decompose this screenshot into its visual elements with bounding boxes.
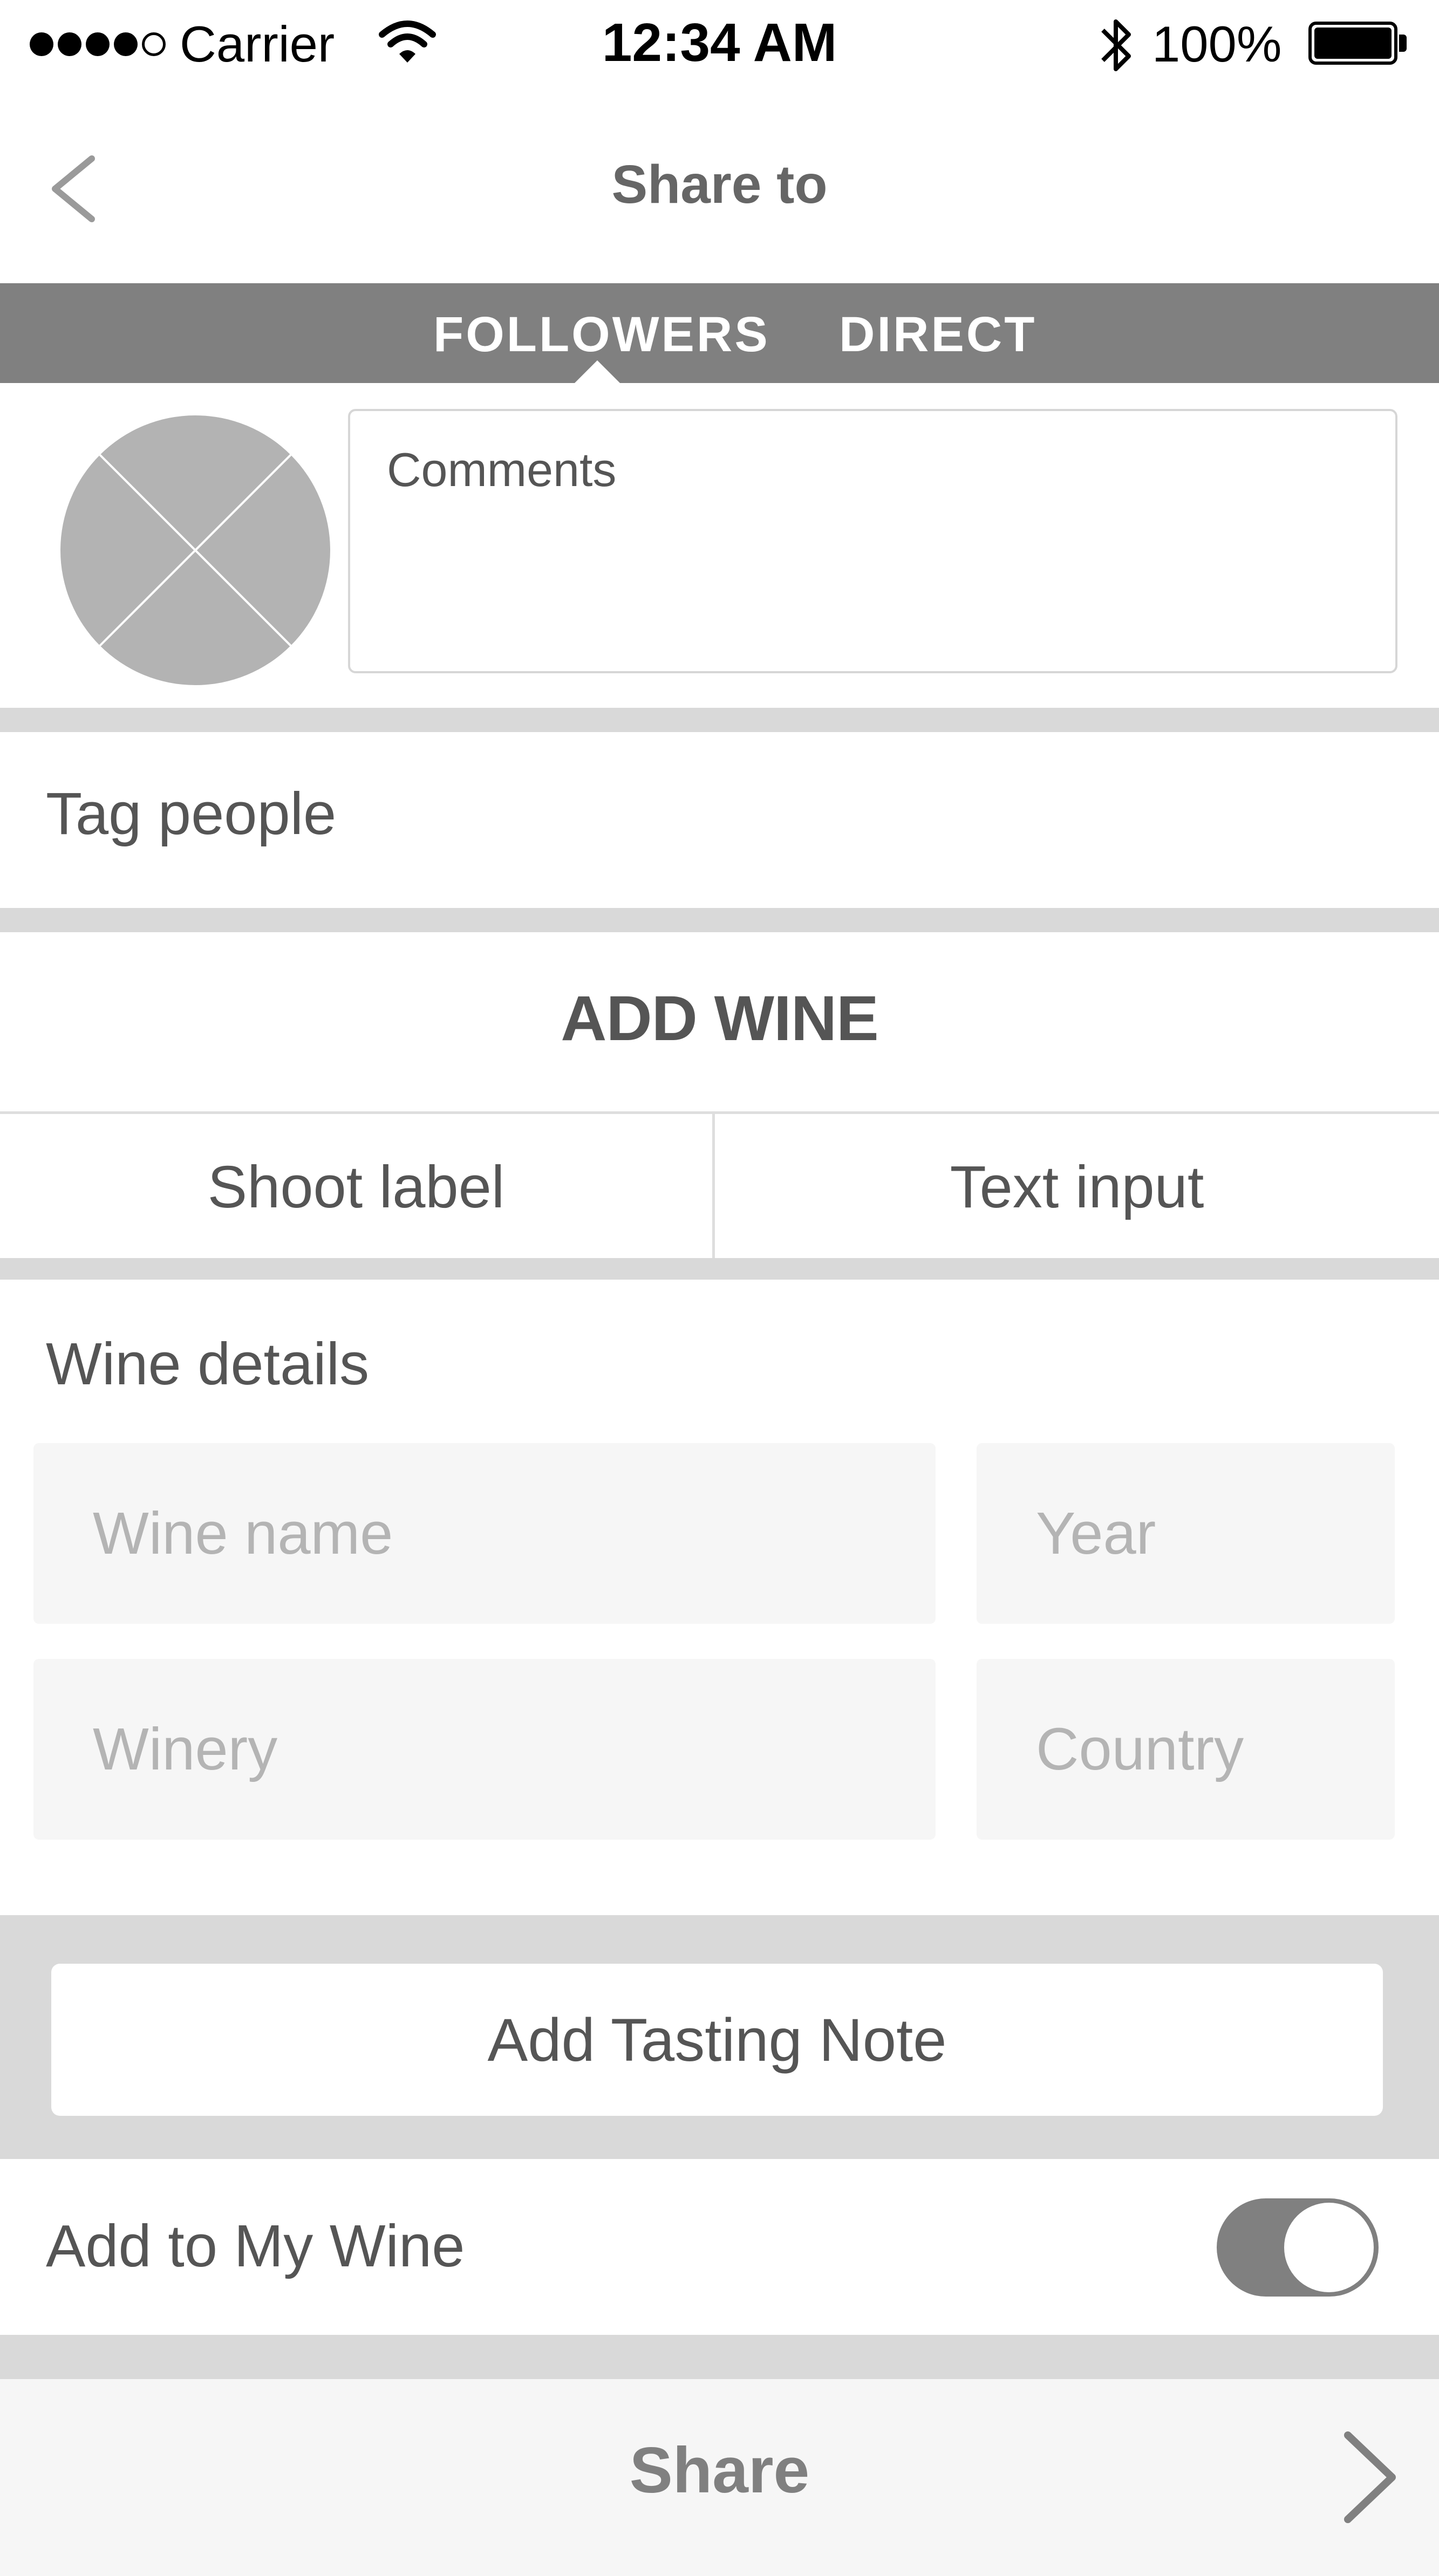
tab-direct[interactable]: DIRECT [839,306,1036,363]
battery-percent: 100% [1152,16,1282,72]
tag-people-row[interactable]: Tag people [46,780,336,848]
add-wine-heading: ADD WINE [561,983,879,1054]
year-field[interactable]: Year [977,1443,1395,1624]
add-to-my-wine-toggle[interactable] [1217,2198,1379,2297]
avatar [60,415,330,685]
tab-followers[interactable]: FOLLOWERS [433,306,770,363]
section-divider [0,708,1439,732]
add-to-my-wine-label: Add to My Wine [46,2213,465,2279]
year-placeholder: Year [1036,1500,1156,1567]
country-placeholder: Country [1036,1716,1244,1782]
section-divider [0,1258,1439,1280]
wine-details-heading: Wine details [46,1331,370,1397]
text-input-button[interactable]: Text input [715,1114,1439,1260]
winery-field[interactable]: Winery [33,1659,936,1840]
page-title: Share to [611,154,828,215]
shoot-label-button[interactable]: Shoot label [0,1114,712,1260]
bluetooth-icon [1101,19,1131,71]
comments-input[interactable]: Comments [348,409,1397,673]
toggle-knob [1284,2203,1374,2292]
wine-name-placeholder: Wine name [93,1500,393,1567]
comments-placeholder: Comments [387,443,617,496]
chevron-right-icon[interactable] [1333,2428,1403,2527]
add-tasting-note-button[interactable]: Add Tasting Note [51,1964,1383,2116]
status-bar: Carrier 12:34 AM 100% [0,0,1439,89]
section-divider [0,2335,1439,2379]
image-placeholder-icon [99,454,292,647]
wine-name-field[interactable]: Wine name [33,1443,936,1624]
share-label: Share [629,2434,810,2506]
winery-placeholder: Winery [93,1716,278,1782]
country-field[interactable]: Country [977,1659,1395,1840]
section-divider [0,908,1439,932]
battery-icon [1308,22,1407,65]
selected-tab-indicator [575,360,620,383]
